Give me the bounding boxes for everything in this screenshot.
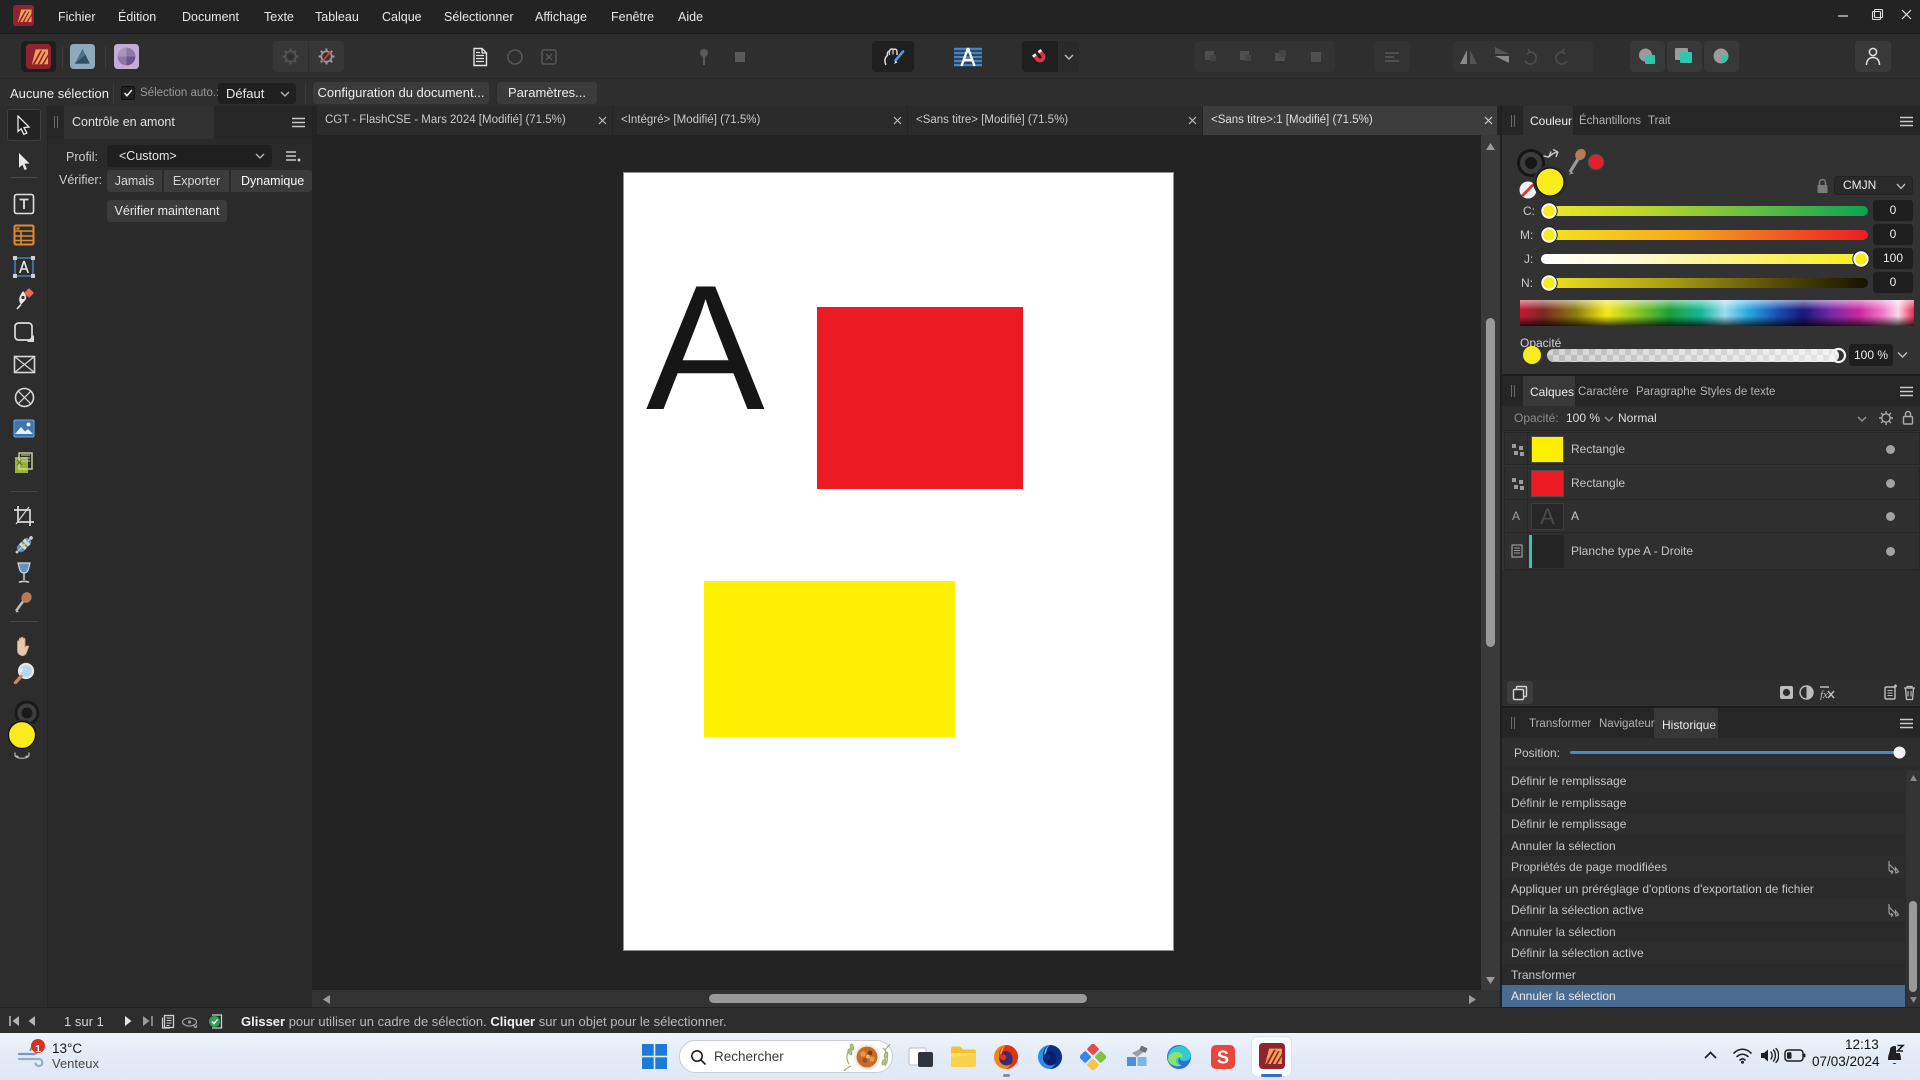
svg-text:fx: fx: [1820, 689, 1828, 700]
svg-text:S: S: [1217, 1048, 1229, 1068]
